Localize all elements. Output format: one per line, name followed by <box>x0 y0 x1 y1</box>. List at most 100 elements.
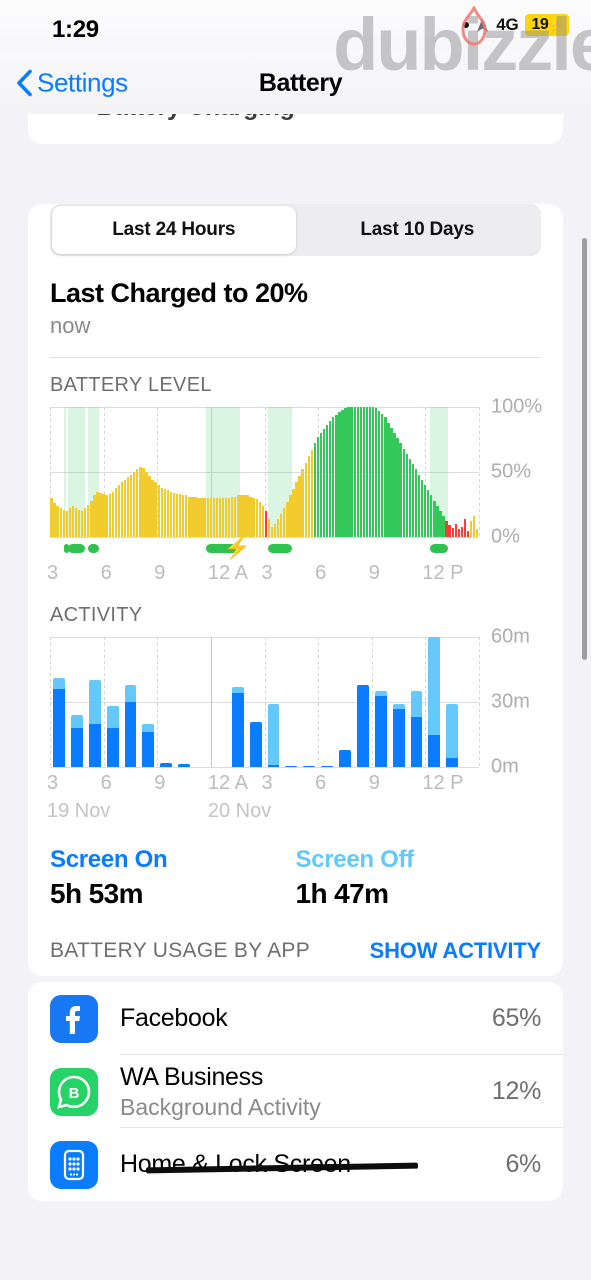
facebook-icon <box>50 994 98 1043</box>
y-axis-tick-label: 0% <box>491 525 520 548</box>
battery-usage-app-list: Facebook 65% B WA Business Background Activi… <box>28 982 563 1201</box>
vertical-scrollbar[interactable] <box>582 238 587 660</box>
battery-level-bar <box>264 511 268 537</box>
battery-level-bar <box>267 518 271 537</box>
activity-bar-screen-on <box>106 728 119 767</box>
battery-level-bar <box>362 407 366 537</box>
battery-level-bar <box>96 491 99 537</box>
app-battery-percent: 12% <box>491 1077 541 1105</box>
charging-bolt-marker-icon: ⚡ <box>223 535 251 560</box>
battery-level-bar <box>457 529 461 537</box>
battery-level-bar <box>209 498 212 537</box>
battery-level-bar <box>71 505 75 537</box>
section-divider <box>50 357 541 358</box>
x-axis-tick-label: 12 P <box>422 562 464 584</box>
activity-bar <box>214 637 226 767</box>
app-usage-row[interactable]: Home & Lock Screen 6% <box>28 1128 563 1201</box>
location-arrow-icon <box>475 17 490 34</box>
battery-level-bar <box>381 413 384 537</box>
time-range-segmented-control[interactable]: Last 24 Hours Last 10 Days <box>50 204 541 256</box>
battery-level-bar <box>105 495 108 537</box>
app-usage-row[interactable]: B WA Business Background Activity 12% <box>28 1055 563 1128</box>
battery-level-bar <box>237 495 240 537</box>
battery-level-bar <box>335 414 338 537</box>
battery-usage-header: BATTERY USAGE BY APP SHOW ACTIVITY <box>50 938 541 976</box>
activity-heading: ACTIVITY <box>50 604 143 626</box>
battery-level-bar <box>313 443 317 537</box>
battery-level-bar <box>114 487 118 537</box>
battery-level-bar <box>169 491 173 537</box>
date-label: 19 Nov <box>47 800 111 822</box>
screen-off-stat: Screen Off 1h 47m <box>296 846 542 910</box>
battery-level-bar <box>191 496 194 537</box>
battery-level-bar <box>215 498 219 537</box>
activity-bar-screen-on <box>446 758 459 767</box>
battery-level-bar <box>276 518 280 537</box>
battery-level-bar <box>316 436 320 537</box>
app-info: WA Business Background Activity <box>120 1063 492 1121</box>
battery-level-bar <box>353 407 356 537</box>
battery-level-bars <box>50 407 479 537</box>
activity-bar-screen-on <box>53 689 65 767</box>
battery-level-bar <box>411 464 415 537</box>
battery-level-bar <box>218 498 222 537</box>
battery-level-bar <box>74 508 78 537</box>
battery-level-bar <box>249 496 252 537</box>
charging-marker <box>267 544 293 553</box>
tab-last-24-hours[interactable]: Last 24 Hours <box>52 206 296 254</box>
battery-level-bar <box>322 429 326 537</box>
battery-level-bar <box>433 500 436 537</box>
battery-level-bar <box>319 433 323 537</box>
battery-level-bar <box>454 524 457 537</box>
battery-level-bar <box>53 503 56 537</box>
battery-level-bar <box>182 495 185 537</box>
battery-level-bar <box>332 417 335 537</box>
battery-level-bar <box>93 495 96 537</box>
battery-level-bar <box>283 508 286 537</box>
battery-level-bar <box>387 422 390 537</box>
activity-bar-screen-on <box>428 734 441 767</box>
battery-level-bar <box>393 433 396 537</box>
app-usage-row[interactable]: Facebook 65% <box>28 982 563 1055</box>
battery-level-bar <box>206 498 209 537</box>
activity-bar-screen-on <box>374 695 387 767</box>
activity-bar <box>249 637 262 767</box>
battery-level-bar <box>405 453 408 537</box>
battery-level-bar <box>136 469 139 537</box>
battery-level-bar <box>341 409 344 537</box>
x-axis-tick-label: 3 <box>261 772 273 794</box>
battery-level-bar <box>436 505 439 537</box>
battery-level-bar <box>59 508 62 537</box>
activity-bar <box>196 637 208 767</box>
battery-level-bar <box>224 498 228 537</box>
battery-level-bar <box>289 495 292 537</box>
battery-level-bar <box>77 509 81 537</box>
y-axis-tick-label: 0m <box>491 755 519 778</box>
battery-level-bar <box>252 498 255 537</box>
show-activity-button[interactable]: SHOW ACTIVITY <box>370 938 542 964</box>
battery-level-bar <box>396 438 399 537</box>
battery-level-bar <box>304 462 307 537</box>
x-axis-tick-label: 6 <box>315 772 327 794</box>
gridline <box>50 767 479 768</box>
activity-bar <box>464 637 476 767</box>
battery-level-bar <box>338 412 341 537</box>
whatsapp-business-icon: B <box>50 1067 98 1116</box>
battery-level-bar <box>329 421 332 537</box>
activity-bar <box>392 637 405 767</box>
x-axis-tick-label: 9 <box>368 562 380 584</box>
battery-level-bar <box>448 525 451 537</box>
battery-level-bar <box>200 498 203 537</box>
app-battery-percent: 6% <box>505 1150 541 1178</box>
battery-level-bar <box>129 474 133 537</box>
battery-level-bar <box>417 474 421 537</box>
battery-level-bar <box>414 469 418 537</box>
activity-bar <box>374 637 387 767</box>
tab-last-10-days[interactable]: Last 10 Days <box>296 206 540 254</box>
gridline-vertical <box>479 407 480 537</box>
scroll-content: Battery Charging Last 24 Hours Last 10 D… <box>0 114 591 1201</box>
battery-level-bar <box>99 492 102 537</box>
battery-level-bar <box>175 494 179 537</box>
battery-level-bar <box>111 491 114 537</box>
svg-text:B: B <box>69 1085 80 1102</box>
